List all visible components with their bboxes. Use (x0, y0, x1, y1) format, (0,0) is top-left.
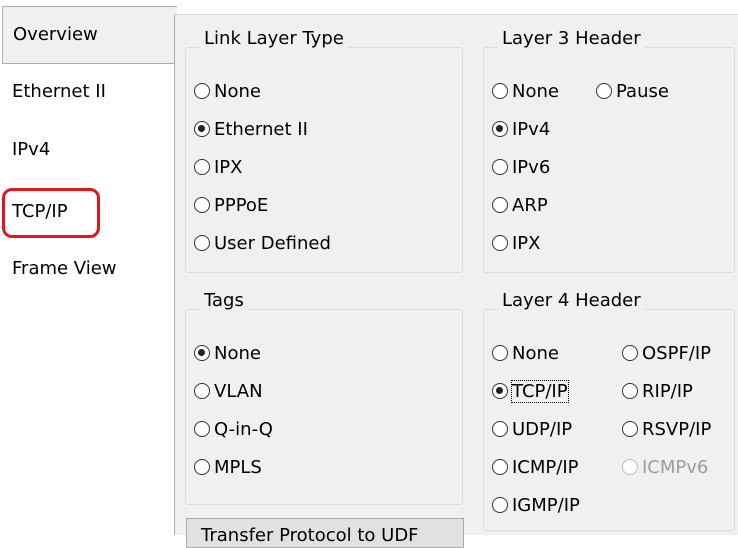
radio-button[interactable] (492, 83, 508, 99)
layer-3-header-legend: Layer 3 Header (498, 28, 645, 50)
layer-4-header-legend: Layer 4 Header (498, 290, 645, 312)
tab-overview[interactable]: Overview (2, 6, 177, 64)
layer3-pause-option[interactable]: Pause (596, 79, 669, 103)
option-label: None (214, 80, 261, 102)
radio-button[interactable] (622, 345, 638, 361)
radio-button[interactable] (194, 159, 210, 175)
overview-panel: Link Layer Type None Ethernet II IPX PPP… (174, 14, 738, 548)
layer4-icmp-ip-option[interactable]: ICMP/IP (492, 455, 579, 479)
option-label: MPLS (214, 456, 262, 478)
radio-button[interactable] (194, 121, 210, 137)
option-label: IPX (512, 232, 541, 254)
tags-q-in-q-option[interactable]: Q-in-Q (194, 417, 273, 441)
radio-button[interactable] (492, 459, 508, 475)
radio-button[interactable] (492, 497, 508, 513)
radio-button[interactable] (492, 235, 508, 251)
option-label: IPX (214, 156, 243, 178)
radio-button[interactable] (194, 421, 210, 437)
layer4-ospf-ip-option[interactable]: OSPF/IP (622, 341, 711, 365)
option-label: VLAN (214, 380, 263, 402)
layer4-igmp-ip-option[interactable]: IGMP/IP (492, 493, 580, 517)
tags-vlan-option[interactable]: VLAN (194, 379, 263, 403)
link-layer-none-option[interactable]: None (194, 79, 261, 103)
radio-button[interactable] (622, 383, 638, 399)
layer4-rip-ip-option[interactable]: RIP/IP (622, 379, 693, 403)
radio-button[interactable] (194, 459, 210, 475)
layer3-none-option[interactable]: None (492, 79, 559, 103)
option-label: None (512, 80, 559, 102)
tab-frame-view[interactable]: Frame View (0, 251, 168, 287)
option-label: None (512, 342, 559, 364)
link-layer-user-defined-option[interactable]: User Defined (194, 231, 331, 255)
option-label: IGMP/IP (512, 494, 580, 516)
option-label: PPPoE (214, 194, 269, 216)
option-label: Q-in-Q (214, 418, 273, 440)
option-label: ICMPv6 (642, 456, 709, 478)
option-label: RSVP/IP (642, 418, 712, 440)
option-label: OSPF/IP (642, 342, 712, 364)
layer4-tcp-ip-option[interactable]: TCP/IP (492, 379, 569, 403)
option-label: Ethernet II (214, 118, 308, 140)
radio-button[interactable] (492, 345, 508, 361)
radio-button[interactable] (492, 121, 508, 137)
layer-3-header-group: Layer 3 Header None Pause IPv4 IPv6 ARP … (483, 28, 735, 273)
link-layer-type-group: Link Layer Type None Ethernet II IPX PPP… (185, 28, 463, 273)
layer-4-header-group: Layer 4 Header None OSPF/IP TCP/IP RIP/I… (483, 290, 735, 531)
tags-legend: Tags (200, 290, 248, 312)
option-label: RIP/IP (642, 380, 693, 402)
tags-none-option[interactable]: None (194, 341, 261, 365)
option-label: User Defined (214, 232, 331, 254)
radio-button[interactable] (622, 421, 638, 437)
option-label: None (214, 342, 261, 364)
link-layer-ipx-option[interactable]: IPX (194, 155, 243, 179)
layer3-ipv6-option[interactable]: IPv6 (492, 155, 550, 179)
radio-button[interactable] (596, 83, 612, 99)
layer4-none-option[interactable]: None (492, 341, 559, 365)
option-label: Pause (616, 80, 669, 102)
radio-button[interactable] (492, 383, 508, 399)
radio-button[interactable] (194, 235, 210, 251)
sidebar: Overview Ethernet II IPv4 TCP/IP Frame V… (0, 0, 177, 534)
link-layer-ethernet-ii-option[interactable]: Ethernet II (194, 117, 308, 141)
option-label: TCP/IP (511, 379, 569, 403)
option-label: ICMP/IP (512, 456, 579, 478)
radio-button[interactable] (492, 197, 508, 213)
layer3-ipv4-option[interactable]: IPv4 (492, 117, 550, 141)
tags-group: Tags None VLAN Q-in-Q MPLS (185, 290, 463, 505)
layer3-ipx-option[interactable]: IPX (492, 231, 541, 255)
tags-mpls-option[interactable]: MPLS (194, 455, 262, 479)
radio-button[interactable] (194, 197, 210, 213)
radio-button[interactable] (194, 383, 210, 399)
radio-button (622, 459, 638, 475)
option-label: IPv4 (512, 118, 551, 140)
layer4-udp-ip-option[interactable]: UDP/IP (492, 417, 572, 441)
option-label: ARP (512, 194, 548, 216)
radio-button[interactable] (492, 421, 508, 437)
radio-button[interactable] (194, 83, 210, 99)
radio-button[interactable] (492, 159, 508, 175)
tab-ipv4[interactable]: IPv4 (0, 132, 168, 168)
layer4-rsvp-ip-option[interactable]: RSVP/IP (622, 417, 711, 441)
tcp-ip-tab-highlight (2, 188, 100, 238)
radio-button[interactable] (194, 345, 210, 361)
layer3-arp-option[interactable]: ARP (492, 193, 548, 217)
transfer-protocol-to-udf-button[interactable]: Transfer Protocol to UDF (186, 518, 464, 548)
option-label: IPv6 (512, 156, 551, 178)
layer4-icmpv6-option: ICMPv6 (622, 455, 708, 479)
link-layer-pppoe-option[interactable]: PPPoE (194, 193, 268, 217)
tab-ethernet-ii[interactable]: Ethernet II (0, 74, 168, 110)
option-label: UDP/IP (512, 418, 573, 440)
link-layer-type-legend: Link Layer Type (200, 28, 348, 50)
